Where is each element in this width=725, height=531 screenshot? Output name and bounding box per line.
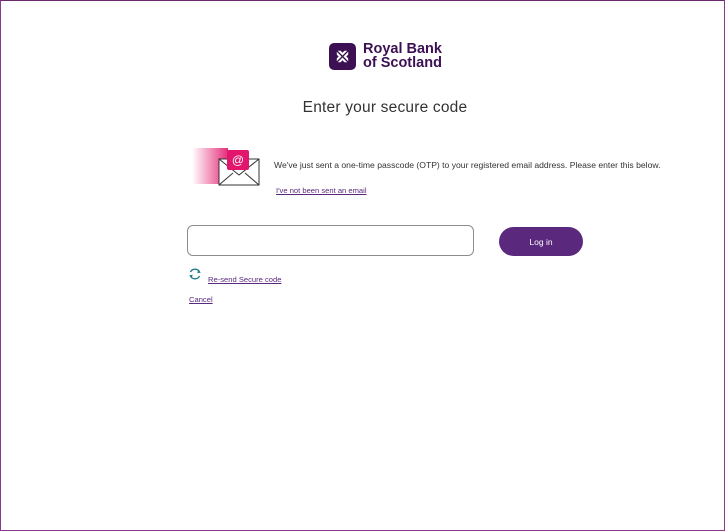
no-email-link[interactable]: I've not been sent an email [276,186,367,195]
brand-name-line1: Royal Bank [363,41,442,57]
refresh-icon[interactable] [188,267,202,286]
page-title: Enter your secure code [302,99,468,116]
svg-text:@: @ [232,153,244,167]
resend-code-link[interactable]: Re-send Secure code [208,275,281,284]
brand-name: Royal Bank of Scotland [363,41,442,71]
resend-row[interactable]: Re-send Secure code [188,267,281,286]
rbs-logo: Royal Bank of Scotland [329,42,442,70]
login-button[interactable]: Log in [499,227,583,256]
email-at-envelope-icon: @ [192,144,264,188]
cancel-link[interactable]: Cancel [189,295,213,304]
otp-message: We've just sent a one-time passcode (OTP… [274,160,661,170]
brand-name-line2: of Scotland [363,55,442,71]
rbs-daisy-icon [329,42,356,70]
secure-code-input[interactable] [187,225,474,256]
page-frame [0,0,725,531]
